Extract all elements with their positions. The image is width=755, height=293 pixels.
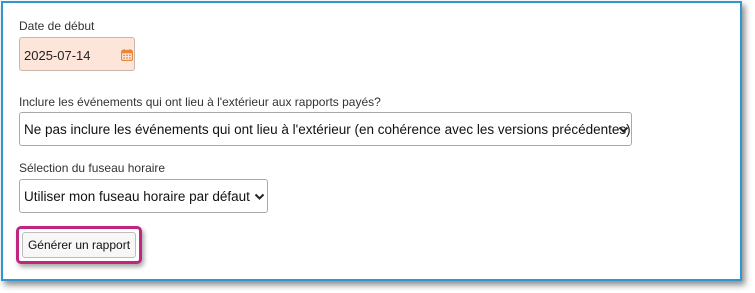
calendar-icon[interactable] — [121, 49, 133, 61]
outdoor-events-select[interactable]: Ne pas inclure les événements qui ont li… — [19, 112, 632, 146]
start-date-input[interactable]: 2025-07-14 — [19, 37, 135, 71]
outdoor-events-label: Inclure les événements qui ont lieu à l'… — [19, 95, 381, 109]
report-form-panel: Date de début 2025-07-14 Inclure les évé… — [1, 1, 742, 281]
chevron-down-icon — [254, 193, 265, 200]
chevron-down-icon — [618, 126, 629, 133]
start-date-label: Date de début — [19, 19, 95, 33]
timezone-select[interactable]: Utiliser mon fuseau horaire par défaut — [19, 179, 268, 213]
outdoor-events-selected-value: Ne pas inclure les événements qui ont li… — [24, 122, 631, 137]
start-date-value: 2025-07-14 — [24, 48, 91, 63]
timezone-label: Sélection du fuseau horaire — [19, 161, 166, 175]
generate-report-highlight: Générer un rapport — [16, 226, 142, 264]
timezone-selected-value: Utiliser mon fuseau horaire par défaut — [24, 189, 250, 204]
generate-report-button[interactable]: Générer un rapport — [22, 232, 136, 258]
